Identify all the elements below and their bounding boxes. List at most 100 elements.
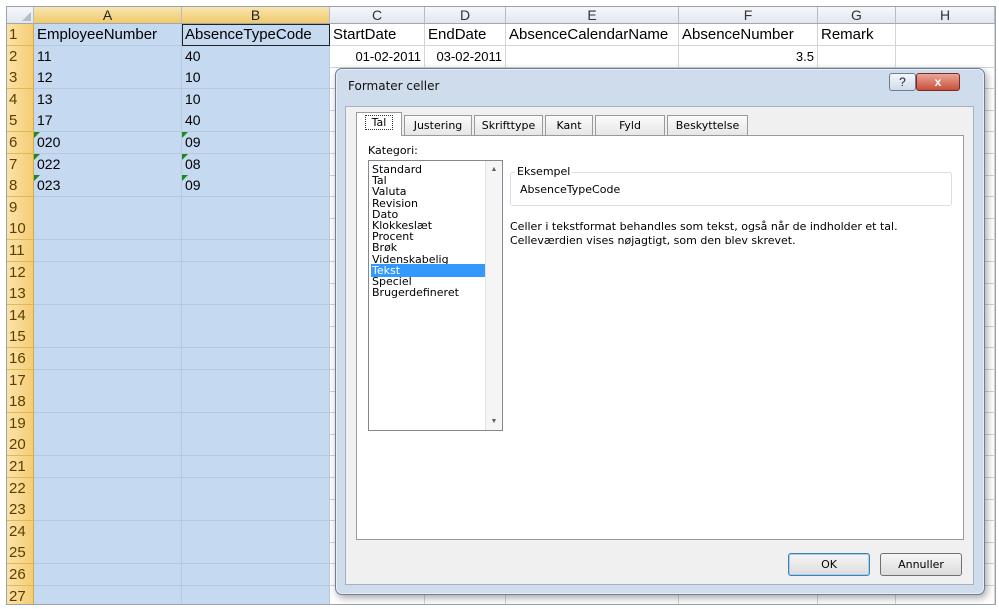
cell-b20[interactable]	[182, 434, 330, 456]
cell-a1[interactable]: EmployeeNumber	[34, 24, 182, 46]
category-list[interactable]: Standard Tal Valuta Revision Dato Klokkeslæt P…	[368, 160, 503, 431]
tab-justering[interactable]: Justering	[404, 115, 472, 135]
cell-a15[interactable]	[34, 326, 182, 348]
row-header[interactable]: 26	[7, 564, 34, 586]
cell-d1[interactable]: EndDate	[425, 24, 506, 46]
row-header[interactable]: 22	[7, 478, 34, 500]
cell-a11[interactable]	[34, 240, 182, 262]
cell-b15[interactable]	[182, 326, 330, 348]
cancel-button[interactable]: Annuller	[880, 553, 962, 576]
row-header[interactable]: 7	[7, 154, 34, 176]
row-header[interactable]: 8	[7, 175, 34, 197]
cell-b18[interactable]	[182, 391, 330, 413]
row-header[interactable]: 10	[7, 218, 34, 240]
column-header-h[interactable]: H	[896, 7, 995, 24]
cell-a21[interactable]	[34, 456, 182, 478]
cell-c2[interactable]: 01-02-2011	[330, 46, 425, 68]
cell-a6[interactable]: 020	[34, 132, 182, 154]
cell-a20[interactable]	[34, 434, 182, 456]
row-header[interactable]: 5	[7, 110, 34, 132]
column-header-e[interactable]: E	[506, 7, 679, 24]
cell-b8[interactable]: 09	[182, 175, 330, 197]
row-header[interactable]: 27	[7, 586, 34, 604]
cell-b24[interactable]	[182, 521, 330, 543]
cell-c1[interactable]: StartDate	[330, 24, 425, 46]
row-header[interactable]: 4	[7, 89, 34, 111]
cell-b25[interactable]	[182, 542, 330, 564]
cell-e1[interactable]: AbsenceCalendarName	[506, 24, 679, 46]
cell-a22[interactable]	[34, 478, 182, 500]
cell-a24[interactable]	[34, 521, 182, 543]
cell-e2[interactable]	[506, 46, 679, 68]
tab-fyld[interactable]: Fyld	[595, 115, 665, 135]
column-header-d[interactable]: D	[425, 7, 506, 24]
cell-b27[interactable]	[182, 586, 330, 604]
row-header[interactable]: 13	[7, 283, 34, 305]
tab-kant[interactable]: Kant	[545, 115, 593, 135]
cell-a19[interactable]	[34, 413, 182, 435]
cell-b22[interactable]	[182, 478, 330, 500]
cell-f1[interactable]: AbsenceNumber	[679, 24, 818, 46]
row-header[interactable]: 23	[7, 499, 34, 521]
row-header[interactable]: 6	[7, 132, 34, 154]
cell-h1[interactable]	[896, 24, 995, 46]
cell-a12[interactable]	[34, 262, 182, 284]
cell-a16[interactable]	[34, 348, 182, 370]
cell-b14[interactable]	[182, 305, 330, 327]
cell-a18[interactable]	[34, 391, 182, 413]
column-header-b[interactable]: B	[182, 7, 330, 24]
tab-beskyttelse[interactable]: Beskyttelse	[667, 115, 748, 135]
cell-b23[interactable]	[182, 499, 330, 521]
cell-b6[interactable]: 09	[182, 132, 330, 154]
row-header[interactable]: 11	[7, 240, 34, 262]
cell-a13[interactable]	[34, 283, 182, 305]
cell-h2[interactable]	[896, 46, 995, 68]
category-item[interactable]: Brugerdefineret	[371, 286, 486, 299]
close-button[interactable]: x	[916, 73, 960, 91]
cell-a17[interactable]	[34, 370, 182, 392]
cell-a2[interactable]: 11	[34, 46, 182, 68]
cell-a23[interactable]	[34, 499, 182, 521]
cell-b16[interactable]	[182, 348, 330, 370]
cell-b17[interactable]	[182, 370, 330, 392]
cell-f2[interactable]: 3.5	[679, 46, 818, 68]
column-header-c[interactable]: C	[330, 7, 425, 24]
row-header[interactable]: 17	[7, 370, 34, 392]
cell-b26[interactable]	[182, 564, 330, 586]
cell-a10[interactable]	[34, 218, 182, 240]
cell-b2[interactable]: 40	[182, 46, 330, 68]
ok-button[interactable]: OK	[788, 553, 870, 576]
cell-a4[interactable]: 13	[34, 89, 182, 111]
column-header-f[interactable]: F	[679, 7, 818, 24]
cell-b19[interactable]	[182, 413, 330, 435]
column-header-g[interactable]: G	[818, 7, 896, 24]
row-header[interactable]: 24	[7, 521, 34, 543]
cell-a27[interactable]	[34, 586, 182, 604]
cell-b5[interactable]: 40	[182, 110, 330, 132]
cell-d2[interactable]: 03-02-2011	[425, 46, 506, 68]
cell-b13[interactable]	[182, 283, 330, 305]
cell-b7[interactable]: 08	[182, 154, 330, 176]
cell-a7[interactable]: 022	[34, 154, 182, 176]
help-button[interactable]: ?	[889, 73, 916, 91]
cell-a5[interactable]: 17	[34, 110, 182, 132]
row-header[interactable]: 21	[7, 456, 34, 478]
row-header[interactable]: 14	[7, 305, 34, 327]
scroll-up-icon[interactable]: ▲	[486, 161, 502, 178]
cell-b10[interactable]	[182, 218, 330, 240]
cell-a8[interactable]: 023	[34, 175, 182, 197]
row-header[interactable]: 9	[7, 197, 34, 219]
cell-b21[interactable]	[182, 456, 330, 478]
category-scrollbar[interactable]: ▲ ▼	[485, 161, 502, 430]
row-header[interactable]: 25	[7, 542, 34, 564]
cell-b9[interactable]	[182, 197, 330, 219]
row-header[interactable]: 3	[7, 67, 34, 89]
cell-a26[interactable]	[34, 564, 182, 586]
cell-b12[interactable]	[182, 262, 330, 284]
row-header[interactable]: 2	[7, 46, 34, 68]
row-header[interactable]: 15	[7, 326, 34, 348]
tab-tal[interactable]: Tal	[356, 112, 402, 136]
cell-b4[interactable]: 10	[182, 89, 330, 111]
row-header[interactable]: 16	[7, 348, 34, 370]
cell-g1[interactable]: Remark	[818, 24, 896, 46]
